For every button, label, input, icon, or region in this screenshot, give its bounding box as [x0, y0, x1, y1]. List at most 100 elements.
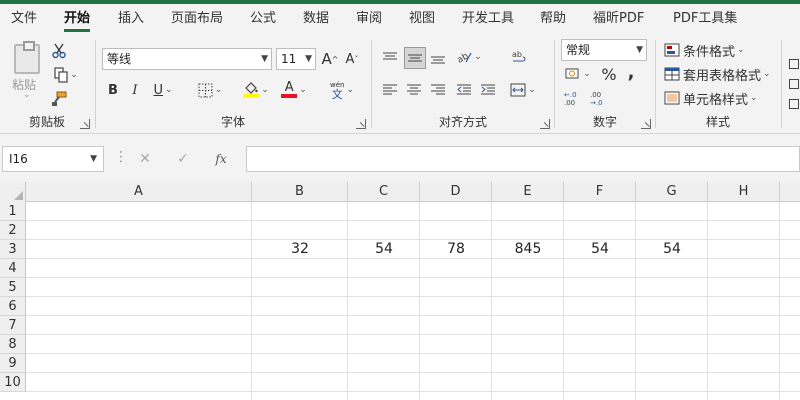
tab-foxit-pdf[interactable]: 福昕PDF [593, 4, 644, 34]
font-size-value: 11 [281, 52, 297, 66]
align-top-icon[interactable] [380, 48, 400, 68]
orientation-button[interactable]: ab ⌄ [454, 46, 484, 68]
svg-text:←.0: ←.0 [564, 91, 577, 99]
cell-d3[interactable]: 78 [420, 240, 492, 259]
cell-styles-button[interactable]: 单元格样式 ⌄ [664, 88, 758, 108]
font-color-a-icon: A [284, 80, 294, 95]
cell-g3[interactable]: 54 [636, 240, 708, 259]
align-bottom-icon[interactable] [428, 48, 448, 68]
alignment-group-label: 对齐方式 [438, 115, 487, 129]
format-as-table-label: 套用表格格式 [683, 68, 762, 84]
tab-home[interactable]: 开始 [64, 4, 91, 34]
alignment-launcher-icon[interactable] [540, 119, 550, 129]
accounting-format-button[interactable]: ⌄ [561, 64, 595, 84]
row-header-6[interactable]: 6 [0, 297, 26, 316]
cell-styles-label: 单元格样式 [683, 92, 749, 108]
tab-pdf-tools[interactable]: PDF工具集 [673, 4, 737, 34]
cell-c3[interactable]: 54 [348, 240, 420, 259]
cancel-icon[interactable]: ✕ [126, 151, 164, 167]
tab-data[interactable]: 数据 [303, 4, 329, 34]
column-header-g[interactable]: G [636, 182, 708, 202]
percent-style-icon[interactable]: % [599, 64, 619, 84]
row-header-9[interactable]: 9 [0, 354, 26, 373]
column-header-e[interactable]: E [492, 182, 564, 202]
chevron-down-icon: ⌄ [299, 85, 307, 95]
format-painter-icon[interactable] [50, 90, 68, 108]
row-header-2[interactable]: 2 [0, 221, 26, 240]
tab-file[interactable]: 文件 [11, 4, 37, 34]
row-header-7[interactable]: 7 [0, 316, 26, 335]
row-header-1[interactable]: 1 [0, 202, 26, 221]
row-header-10[interactable]: 10 [0, 373, 26, 392]
row-header-3[interactable]: 3 [0, 240, 26, 259]
font-size-dropdown[interactable]: 11 ▼ [276, 48, 316, 70]
tab-view[interactable]: 视图 [409, 4, 435, 34]
column-header-f[interactable]: F [564, 182, 636, 202]
tab-page-layout[interactable]: 页面布局 [171, 4, 223, 34]
paste-caret-icon[interactable]: ⌄ [23, 90, 31, 100]
align-right-icon[interactable] [428, 80, 448, 100]
cells-group-partial[interactable] [788, 54, 800, 114]
column-header-d[interactable]: D [420, 182, 492, 202]
grid-line [26, 334, 800, 335]
font-name-dropdown[interactable]: 等线 ▼ [102, 48, 272, 70]
select-all-button[interactable] [0, 182, 26, 202]
wrap-text-icon[interactable]: ab [508, 46, 530, 68]
column-header-next[interactable] [780, 182, 800, 202]
tab-formulas[interactable]: 公式 [250, 4, 276, 34]
phonetic-button[interactable]: wén 文 ⌄ [322, 78, 362, 102]
paste-icon[interactable] [14, 41, 40, 74]
decrease-font-size-icon[interactable]: Aˇ [342, 48, 362, 70]
insert-function-icon[interactable]: fx [202, 152, 240, 166]
comma-style-icon[interactable]: , [623, 62, 639, 83]
cell-e3[interactable]: 845 [492, 240, 564, 259]
copy-caret-icon[interactable]: ⌄ [70, 70, 78, 80]
number-format-dropdown[interactable]: 常规 ▼ [561, 39, 647, 61]
bold-button[interactable]: B [104, 80, 122, 100]
decrease-indent-icon[interactable] [454, 80, 474, 100]
number-group-label: 数字 [592, 115, 617, 129]
tab-review[interactable]: 审阅 [356, 4, 382, 34]
align-center-icon[interactable] [404, 80, 424, 100]
font-group: 等线 ▼ 11 ▼ A ^ Aˇ B I U ⌄ ⌄ ⌄ A ⌄ wén 文 ⌄… [96, 34, 370, 134]
font-launcher-icon[interactable] [356, 119, 366, 129]
underline-button[interactable]: U ⌄ [148, 80, 178, 100]
svg-text:.00: .00 [590, 91, 601, 99]
column-header-a[interactable]: A [26, 182, 252, 202]
chevron-down-icon: ▼ [90, 154, 97, 164]
format-as-table-button[interactable]: 套用表格格式 ⌄ [664, 64, 771, 84]
row-header-4[interactable]: 4 [0, 259, 26, 278]
name-box[interactable]: I16 ▼ [2, 146, 104, 172]
styles-group: 条件格式 ⌄ 套用表格格式 ⌄ 单元格样式 ⌄ 样式 [656, 34, 780, 134]
align-left-icon[interactable] [380, 80, 400, 100]
row-header-8[interactable]: 8 [0, 335, 26, 354]
formula-input[interactable] [246, 146, 800, 172]
column-header-b[interactable]: B [252, 182, 348, 202]
merge-center-button[interactable]: ⌄ [506, 80, 540, 100]
align-middle-icon[interactable] [404, 47, 426, 69]
svg-text:.00: .00 [564, 99, 575, 106]
increase-decimal-icon[interactable]: ←.0.00 [561, 88, 585, 108]
cell-b3[interactable]: 32 [252, 240, 348, 259]
fill-color-button[interactable]: ⌄ [240, 78, 272, 102]
delete-cells-icon [789, 79, 799, 89]
column-header-h[interactable]: H [708, 182, 780, 202]
italic-button[interactable]: I [126, 80, 144, 100]
cell-f3[interactable]: 54 [564, 240, 636, 259]
tab-help[interactable]: 帮助 [540, 4, 566, 34]
tab-developer[interactable]: 开发工具 [462, 4, 514, 34]
cut-icon[interactable] [50, 42, 68, 60]
font-color-button[interactable]: A ⌄ [278, 78, 310, 102]
borders-button[interactable]: ⌄ [194, 80, 226, 100]
clipboard-launcher-icon[interactable] [80, 119, 90, 129]
column-header-c[interactable]: C [348, 182, 420, 202]
enter-check-icon[interactable]: ✓ [164, 151, 202, 167]
row-header-5[interactable]: 5 [0, 278, 26, 297]
conditional-format-button[interactable]: 条件格式 ⌄ [664, 40, 745, 60]
increase-font-size-icon[interactable]: A ^ [320, 48, 340, 70]
increase-indent-icon[interactable] [478, 80, 498, 100]
tab-insert[interactable]: 插入 [118, 4, 144, 34]
decrease-decimal-icon[interactable]: .00 →.0 [587, 88, 611, 108]
copy-icon[interactable]: ⌄ [50, 66, 82, 84]
number-launcher-icon[interactable] [641, 119, 651, 129]
